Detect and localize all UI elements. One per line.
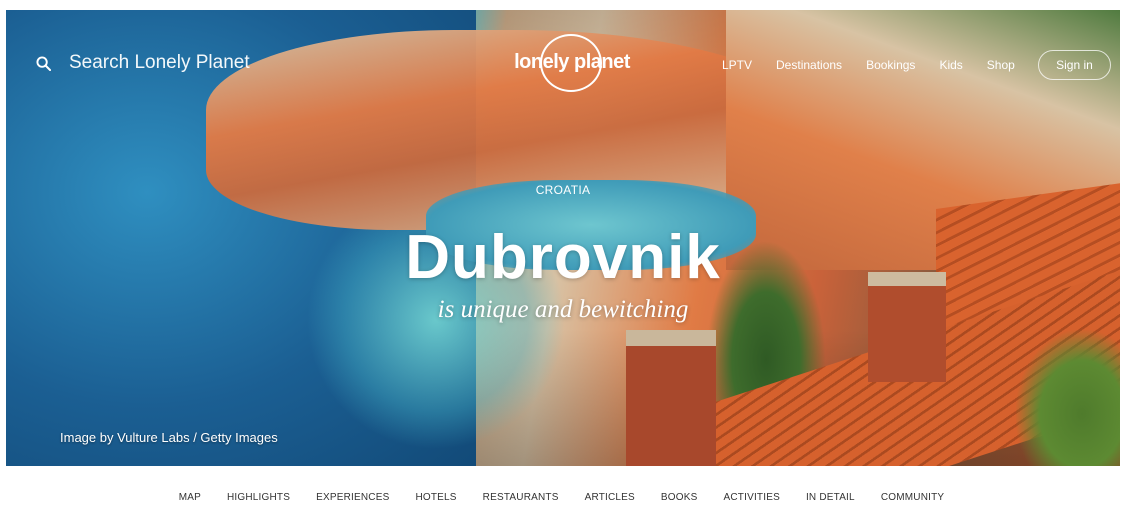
section-tab-hotels[interactable]: HOTELS bbox=[415, 492, 456, 503]
sign-in-button[interactable]: Sign in bbox=[1038, 50, 1111, 80]
hero-image: Search Lonely Planet lonely planet LPTV … bbox=[6, 10, 1120, 466]
nav-item-lptv[interactable]: LPTV bbox=[722, 58, 752, 72]
section-tab-activities[interactable]: ACTIVITIES bbox=[724, 492, 780, 503]
search-input[interactable]: Search Lonely Planet bbox=[69, 52, 250, 74]
section-tab-experiences[interactable]: EXPERIENCES bbox=[316, 492, 389, 503]
nav-item-kids[interactable]: Kids bbox=[939, 58, 962, 72]
section-tab-in-detail[interactable]: IN DETAIL bbox=[806, 492, 855, 503]
search-box[interactable]: Search Lonely Planet bbox=[36, 52, 250, 74]
section-tab-map[interactable]: MAP bbox=[179, 492, 201, 503]
section-tab-books[interactable]: BOOKS bbox=[661, 492, 698, 503]
section-nav: MAP HIGHLIGHTS EXPERIENCES HOTELS RESTAU… bbox=[0, 492, 1123, 503]
logo-text: lonely planet bbox=[514, 51, 630, 73]
hero-chimney bbox=[626, 330, 716, 466]
section-tab-highlights[interactable]: HIGHLIGHTS bbox=[227, 492, 290, 503]
top-nav: LPTV Destinations Bookings Kids Shop bbox=[722, 58, 1039, 72]
hero-country[interactable]: CROATIA bbox=[6, 183, 1120, 197]
lonely-planet-logo[interactable]: lonely planet bbox=[509, 34, 635, 92]
nav-item-bookings[interactable]: Bookings bbox=[866, 58, 915, 72]
nav-item-destinations[interactable]: Destinations bbox=[776, 58, 842, 72]
section-tab-community[interactable]: COMMUNITY bbox=[881, 492, 944, 503]
hero-foliage bbox=[1016, 330, 1120, 466]
search-icon bbox=[36, 55, 51, 71]
section-tab-articles[interactable]: ARTICLES bbox=[585, 492, 635, 503]
nav-item-shop[interactable]: Shop bbox=[987, 58, 1015, 72]
section-tab-restaurants[interactable]: RESTAURANTS bbox=[483, 492, 559, 503]
image-credit: Image by Vulture Labs / Getty Images bbox=[60, 430, 278, 445]
page-title: Dubrovnik bbox=[405, 223, 721, 292]
hero-subtitle: is unique and bewitching bbox=[437, 296, 689, 323]
